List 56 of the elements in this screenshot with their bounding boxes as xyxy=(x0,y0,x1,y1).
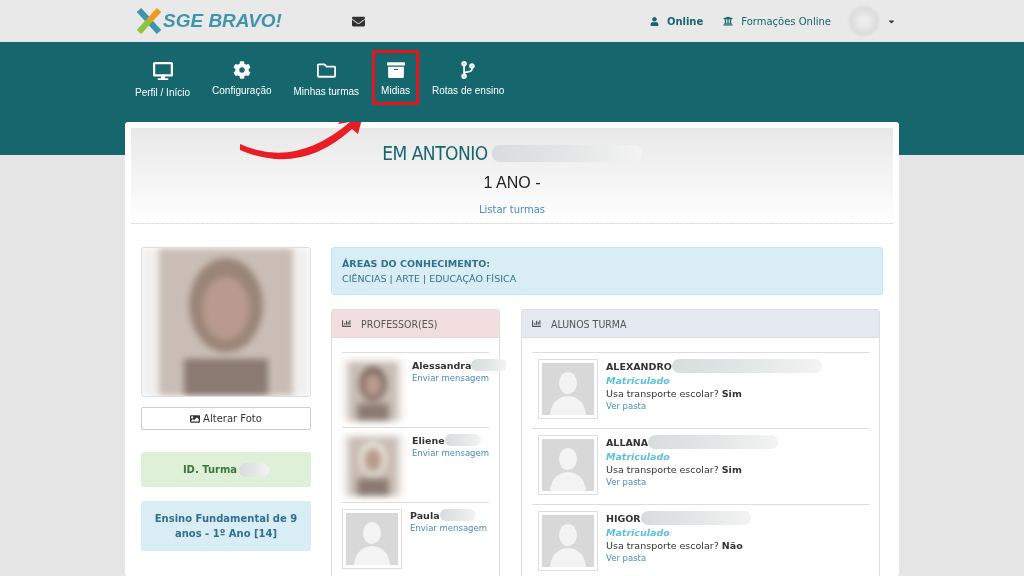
student-name: ALEXANDRO xyxy=(606,360,672,372)
avatar-placeholder-icon xyxy=(542,439,594,491)
class-id-label: ID. Turma xyxy=(182,463,238,477)
institution-icon xyxy=(723,16,734,26)
redacted-text xyxy=(239,462,270,477)
folder-icon xyxy=(316,61,336,80)
transport-question: Usa transporte escolar? Não xyxy=(606,540,744,551)
monitor-icon xyxy=(152,61,173,81)
enrollment-status: Matriculado xyxy=(606,375,671,386)
redacted-text xyxy=(471,359,508,371)
list-classes-link[interactable]: Listar turmas xyxy=(478,204,546,215)
send-message-link[interactable]: Enviar mensagem xyxy=(412,448,489,458)
image-icon xyxy=(190,413,201,424)
student-name: ALLANA xyxy=(606,436,649,448)
transport-question: Usa transporte escolar? Sim xyxy=(606,388,743,399)
grade-title: 1 ANO - xyxy=(483,174,541,192)
avatar-placeholder-icon xyxy=(346,513,398,565)
enrollment-status: Matriculado xyxy=(606,527,671,538)
nav-item[interactable]: Rotas de ensino xyxy=(423,50,514,105)
view-folder-link[interactable]: Ver pasta xyxy=(606,401,822,411)
school-title: EM ANTONIO xyxy=(382,142,488,164)
send-message-link[interactable]: Enviar mensagem xyxy=(410,523,487,533)
user-icon xyxy=(649,16,659,26)
areas-list: CIÊNCIAS | ARTE | EDUCAÇÃO FÍSICA xyxy=(342,273,872,284)
nav-item[interactable]: Configuração xyxy=(203,50,281,105)
send-message-link[interactable]: Enviar mensagem xyxy=(412,373,508,383)
areas-title: ÁREAS DO CONHECIMENTO: xyxy=(342,258,492,269)
avatar-placeholder-icon xyxy=(542,515,594,567)
panel-title: ALUNOS TURMA xyxy=(551,317,627,330)
panel-title: PROFESSOR(ES) xyxy=(361,317,438,330)
gear-icon xyxy=(232,61,251,79)
training-link[interactable]: Formações Online xyxy=(741,15,831,27)
redacted-text xyxy=(439,509,476,521)
teacher-name: Eliene xyxy=(412,434,445,446)
nav-item[interactable]: Minhas turmas xyxy=(284,50,369,106)
avatar-placeholder-icon xyxy=(542,363,594,415)
transport-question: Usa transporte escolar? Sim xyxy=(606,464,743,475)
logo-icon xyxy=(137,8,161,34)
teacher-name: Alessandra xyxy=(412,359,472,371)
redacted-text xyxy=(444,434,481,446)
nav-item[interactable]: Midias xyxy=(372,50,419,105)
chart-icon xyxy=(342,319,351,328)
nav-item[interactable]: Perfil / Início xyxy=(126,50,200,107)
teacher-name: Paula xyxy=(410,509,440,521)
online-status[interactable]: Online xyxy=(666,15,704,27)
view-folder-link[interactable]: Ver pasta xyxy=(606,477,779,487)
branch-icon xyxy=(459,61,478,79)
mail-icon[interactable] xyxy=(351,14,365,28)
logo-text: SGE BRAVO! xyxy=(163,10,282,32)
chart-icon xyxy=(532,319,541,328)
enrollment-status: Matriculado xyxy=(606,451,671,462)
view-folder-link[interactable]: Ver pasta xyxy=(606,553,751,563)
student-name: HIGOR xyxy=(606,512,641,524)
change-photo-button[interactable]: Alterar Foto xyxy=(141,407,311,430)
archive-icon xyxy=(386,61,405,79)
education-level: Ensino Fundamental de 9 anos - 1º Ano [14] xyxy=(153,512,299,541)
